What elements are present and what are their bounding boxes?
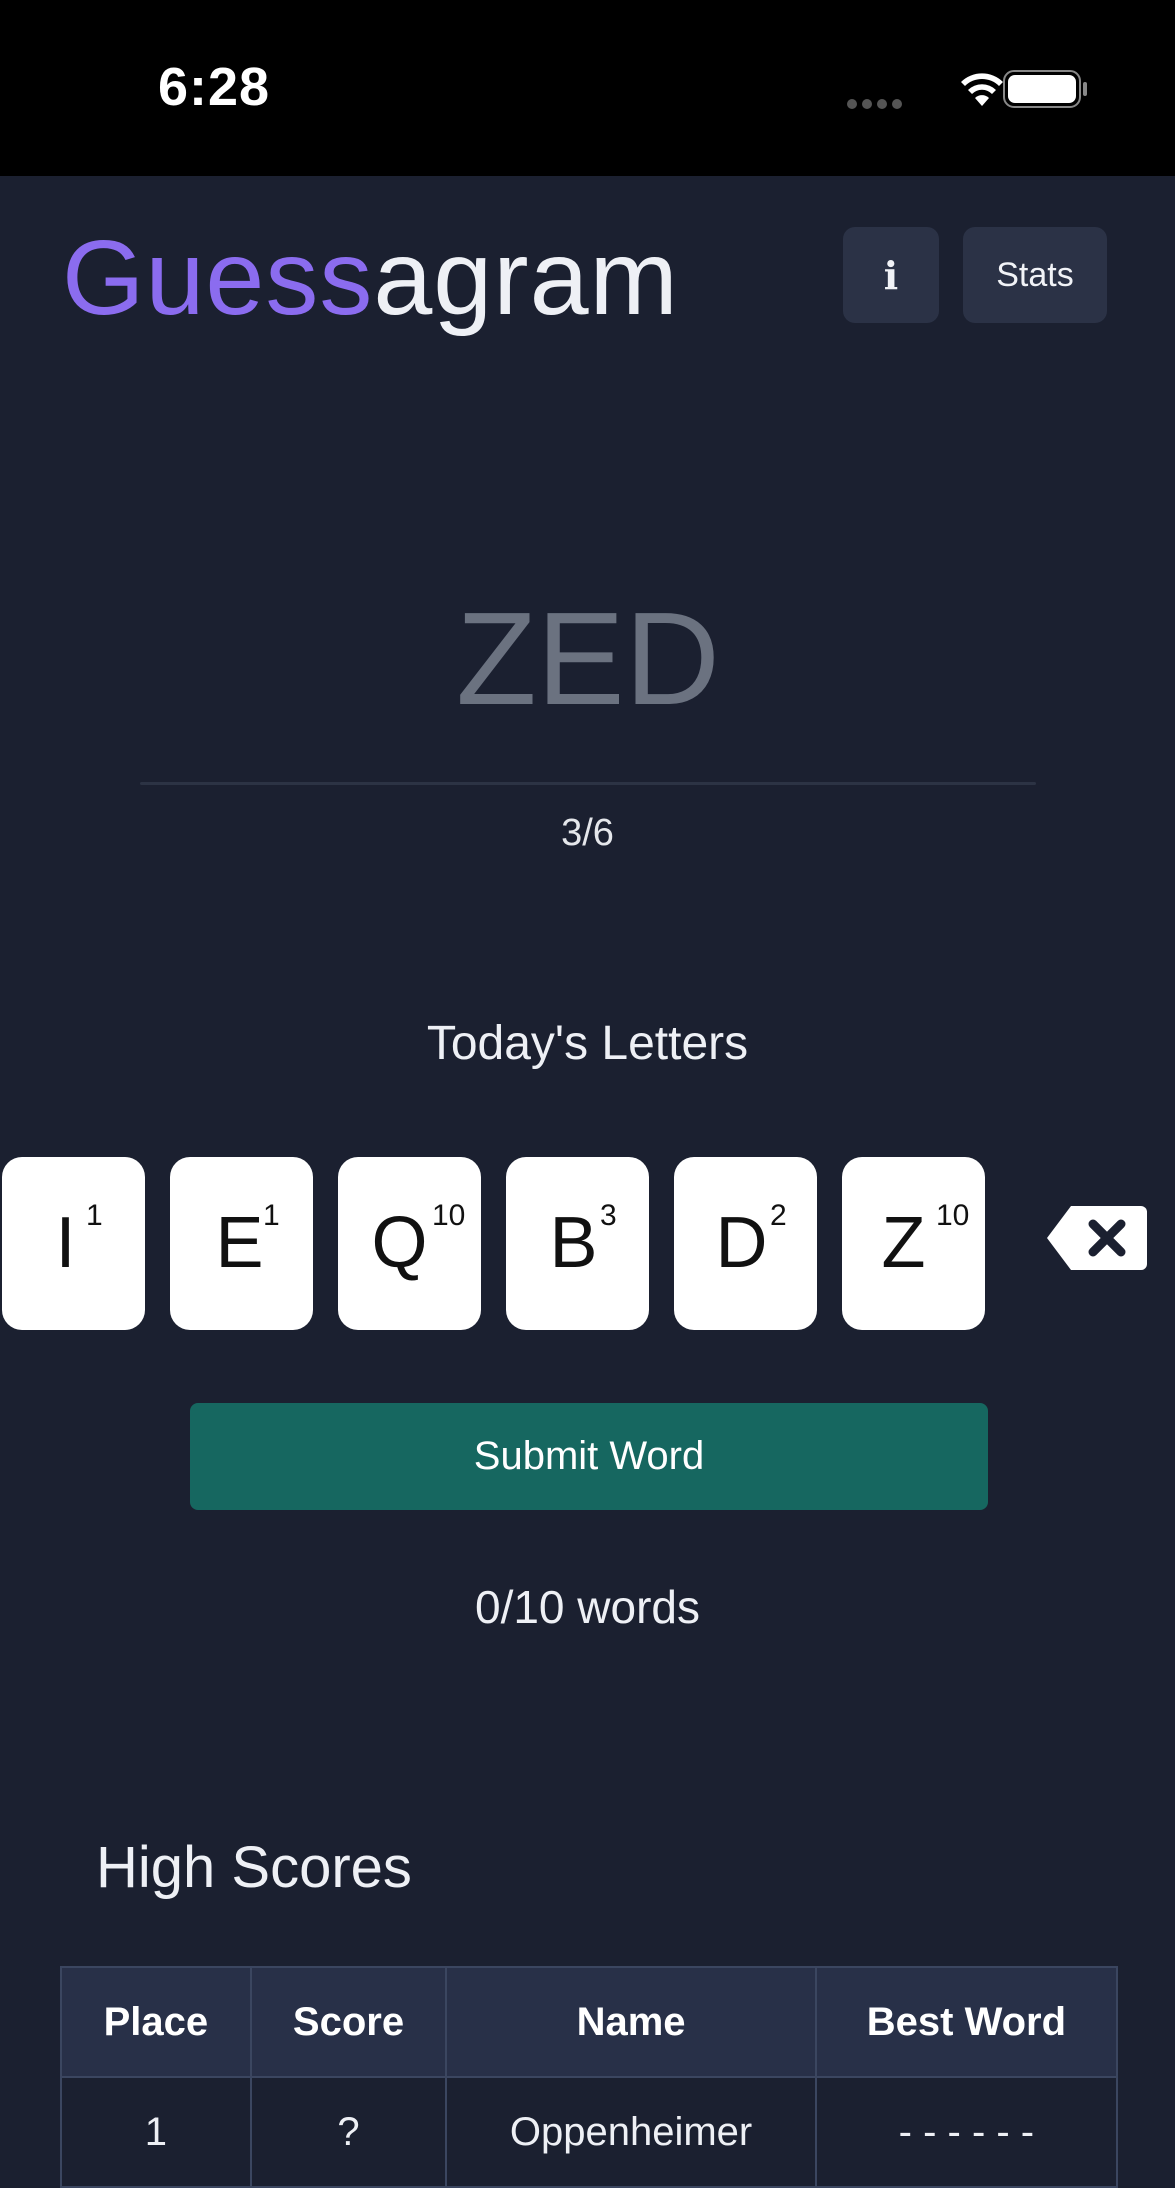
high-scores-table: Place Score Name Best Word 1 ? Oppenheim… [60,1966,1119,2188]
column-header-score: Score [249,1966,448,2078]
length-indicator: 3/6 [561,812,614,854]
tile-points: 1 [263,1199,280,1232]
logo-part-guess: Guess [62,219,374,337]
backspace-icon[interactable] [1045,1204,1149,1272]
tile-letter: B [549,1203,598,1283]
status-bar: 6:28 [0,0,1175,176]
cell-place: 1 [60,2076,252,2188]
info-button[interactable]: i [843,227,939,323]
cell-best-word: - - - - - - [814,2076,1119,2188]
letter-tile[interactable]: Q 10 [338,1157,481,1330]
words-count: 0/10 words [474,1581,700,1633]
column-header-best-word: Best Word [814,1966,1119,2078]
column-header-place: Place [60,1966,252,2078]
tile-points: 2 [770,1199,787,1232]
column-header-name: Name [445,1966,817,2078]
stats-button[interactable]: Stats [963,227,1107,323]
tile-points: 10 [432,1199,466,1232]
table-row: 1 ? Oppenheimer - - - - - - [60,2076,1119,2188]
status-time: 6:28 [158,57,271,117]
logo-part-agram: agram [373,219,679,337]
letter-tile[interactable]: E 1 [170,1157,313,1330]
letter-tile[interactable]: D 2 [674,1157,817,1330]
cell-name: Oppenheimer [445,2076,817,2188]
tile-letter: E [215,1203,264,1283]
tile-points: 10 [936,1199,970,1232]
battery-icon [1003,70,1087,108]
tile-points: 1 [86,1199,103,1232]
tile-letter: I [55,1203,76,1283]
submit-word-button[interactable]: Submit Word [190,1403,988,1510]
letter-tile[interactable]: I 1 [2,1157,145,1330]
current-guess: ZED [456,585,720,732]
cell-score: ? [249,2076,448,2188]
wifi-icon [961,73,1003,106]
tile-points: 3 [600,1199,617,1232]
letter-tile[interactable]: B 3 [506,1157,649,1330]
letter-tile[interactable]: Z 10 [842,1157,985,1330]
signal-icon [847,96,907,114]
guess-underline [140,782,1036,785]
table-header-row: Place Score Name Best Word [60,1966,1119,2078]
letters-title: Today's Letters [426,1017,749,1070]
app-logo: Guessagram [62,218,679,338]
high-scores-title: High Scores [96,1835,412,1900]
tile-letter: D [715,1203,768,1283]
